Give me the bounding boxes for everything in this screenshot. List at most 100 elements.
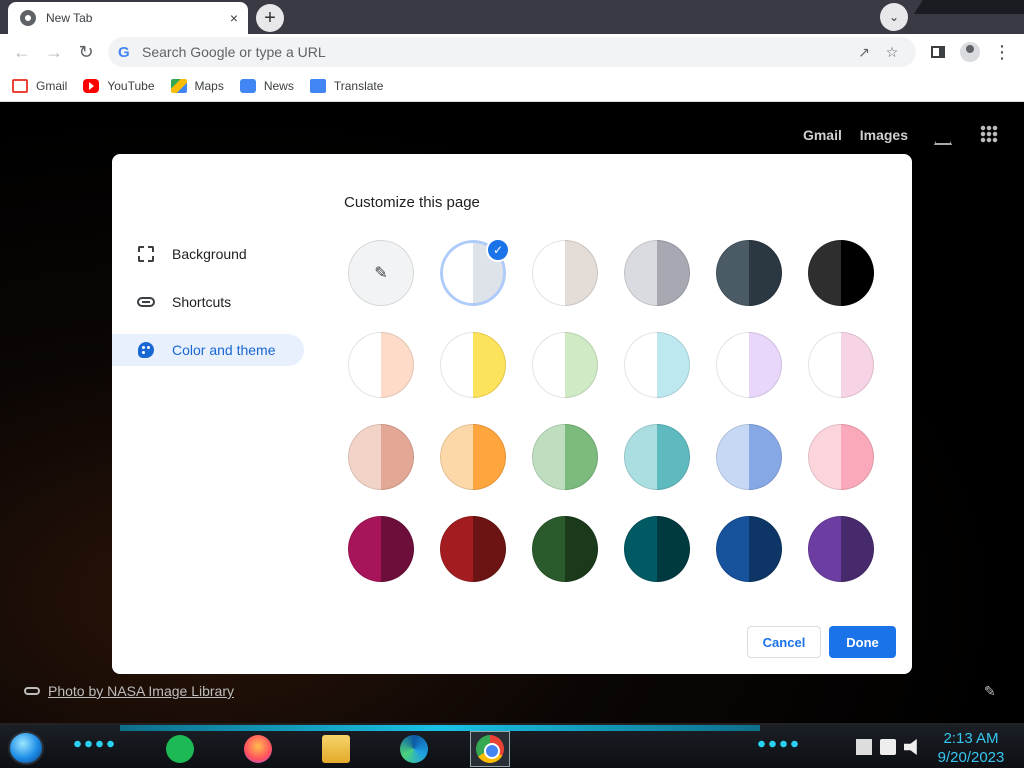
color-swatch[interactable] [808, 424, 874, 490]
omnibox[interactable]: G ↗ ☆ [108, 37, 916, 67]
google-g-icon: G [118, 43, 130, 61]
color-swatch[interactable] [624, 240, 690, 306]
bookmark-maps[interactable]: Maps [170, 78, 224, 93]
profile-avatar-icon[interactable] [954, 36, 986, 68]
browser-toolbar: ← → ↻ G ↗ ☆ ⋮ [0, 34, 1024, 70]
translate-icon [309, 78, 326, 93]
bookmark-label: Maps [194, 78, 224, 93]
color-swatch[interactable] [808, 516, 874, 582]
edge-icon [400, 735, 428, 763]
menu-item-label: Color and theme [172, 342, 276, 358]
bookmark-label: Translate [333, 78, 384, 93]
menu-item-color-and-theme[interactable]: Color and theme [112, 334, 304, 366]
reload-icon[interactable]: ↻ [70, 36, 102, 68]
bookmark-star-icon[interactable]: ☆ [878, 44, 906, 61]
news-icon [239, 78, 256, 93]
chrome-icon [476, 735, 504, 763]
clock-time: 2:13 AM [943, 730, 999, 747]
color-swatch[interactable] [348, 424, 414, 490]
apps-grid-icon[interactable] [980, 125, 998, 143]
color-swatch[interactable] [532, 424, 598, 490]
color-swatch[interactable] [440, 424, 506, 490]
photo-credit-link[interactable]: Photo by NASA Image Library [24, 683, 234, 699]
tab-strip: New Tab × + ⌄ [0, 0, 1024, 34]
maps-icon [170, 78, 187, 93]
done-button[interactable]: Done [829, 626, 896, 658]
system-tray [856, 739, 920, 755]
youtube-icon [83, 78, 100, 93]
cancel-button[interactable]: Cancel [747, 626, 821, 658]
color-swatch[interactable] [716, 332, 782, 398]
custom-color-swatch[interactable]: ✎ [348, 240, 414, 306]
omnibox-input[interactable] [142, 44, 850, 60]
new-tab-button[interactable]: + [256, 4, 284, 32]
decor-dots-icon [72, 739, 116, 749]
pencil-icon[interactable]: ✎ [984, 683, 996, 700]
customize-menu: Background Shortcuts Color and theme [112, 238, 304, 382]
taskbar-app-notes[interactable] [160, 731, 200, 767]
ntp-header-links: Gmail Images [789, 127, 908, 143]
taskbar-app-firefox[interactable] [238, 731, 278, 767]
share-icon[interactable]: ↗ [850, 44, 878, 61]
forward-arrow-icon[interactable]: → [38, 36, 70, 68]
color-swatch[interactable] [348, 332, 414, 398]
menu-item-label: Background [172, 246, 247, 262]
selected-check-icon: ✓ [486, 238, 510, 262]
start-orb-icon[interactable] [8, 731, 44, 765]
decor-dots-icon [756, 739, 800, 749]
color-swatch[interactable] [532, 516, 598, 582]
back-arrow-icon[interactable]: ← [6, 36, 38, 68]
chrome-favicon-icon [20, 10, 36, 26]
eyedropper-icon: ✎ [374, 265, 388, 282]
color-swatch[interactable] [532, 240, 598, 306]
color-swatch[interactable] [716, 424, 782, 490]
tab-new-tab[interactable]: New Tab × [8, 2, 248, 34]
labs-flask-icon[interactable] [930, 123, 952, 145]
color-swatch[interactable] [808, 332, 874, 398]
ntp-gmail-link[interactable]: Gmail [803, 127, 842, 143]
color-swatch[interactable] [808, 240, 874, 306]
taskbar-app-chrome[interactable] [470, 731, 510, 767]
tab-close-icon[interactable]: × [230, 10, 238, 26]
dialog-title: Customize this page [344, 194, 480, 211]
side-panel-icon[interactable] [922, 36, 954, 68]
bookmark-gmail[interactable]: Gmail [12, 78, 68, 93]
kebab-menu-icon[interactable]: ⋮ [986, 36, 1018, 68]
color-swatch[interactable] [716, 516, 782, 582]
tab-search-chevron-icon[interactable]: ⌄ [880, 3, 908, 31]
color-swatch[interactable] [348, 516, 414, 582]
color-swatch[interactable] [624, 516, 690, 582]
action-center-flag-icon[interactable] [856, 739, 872, 755]
network-icon[interactable] [880, 739, 896, 755]
volume-icon[interactable] [904, 739, 917, 755]
menu-item-background[interactable]: Background [112, 238, 304, 270]
taskbar-app-file-explorer[interactable] [316, 731, 356, 767]
link-icon [24, 687, 40, 695]
bookmark-label: YouTube [107, 78, 155, 93]
palette-icon [136, 340, 156, 360]
clock-date: 9/20/2023 [937, 749, 1005, 766]
taskbar-app-edge[interactable] [394, 731, 434, 767]
folder-icon [322, 735, 350, 763]
ntp-images-link[interactable]: Images [860, 127, 908, 143]
color-swatch[interactable] [532, 332, 598, 398]
bookmark-news[interactable]: News [239, 78, 294, 93]
color-swatch[interactable] [624, 424, 690, 490]
bookmark-label: News [263, 78, 294, 93]
gmail-icon [12, 78, 28, 93]
os-taskbar: 2:13 AM 9/20/2023 [0, 723, 1024, 768]
bookmark-translate[interactable]: Translate [309, 78, 384, 93]
link-icon [136, 292, 156, 312]
taskbar-clock[interactable]: 2:13 AM 9/20/2023 [928, 729, 1014, 767]
color-swatch[interactable] [624, 332, 690, 398]
customize-dialog: Customize this page Background Shortcuts… [112, 154, 912, 674]
menu-item-label: Shortcuts [172, 294, 232, 310]
color-swatch[interactable] [440, 516, 506, 582]
menu-item-shortcuts[interactable]: Shortcuts [112, 286, 304, 318]
color-swatch[interactable] [440, 332, 506, 398]
photo-credit-text: Photo by NASA Image Library [48, 683, 234, 699]
color-swatch[interactable] [716, 240, 782, 306]
bookmark-label: Gmail [36, 78, 68, 93]
image-icon [136, 244, 156, 264]
bookmark-youtube[interactable]: YouTube [83, 78, 155, 93]
